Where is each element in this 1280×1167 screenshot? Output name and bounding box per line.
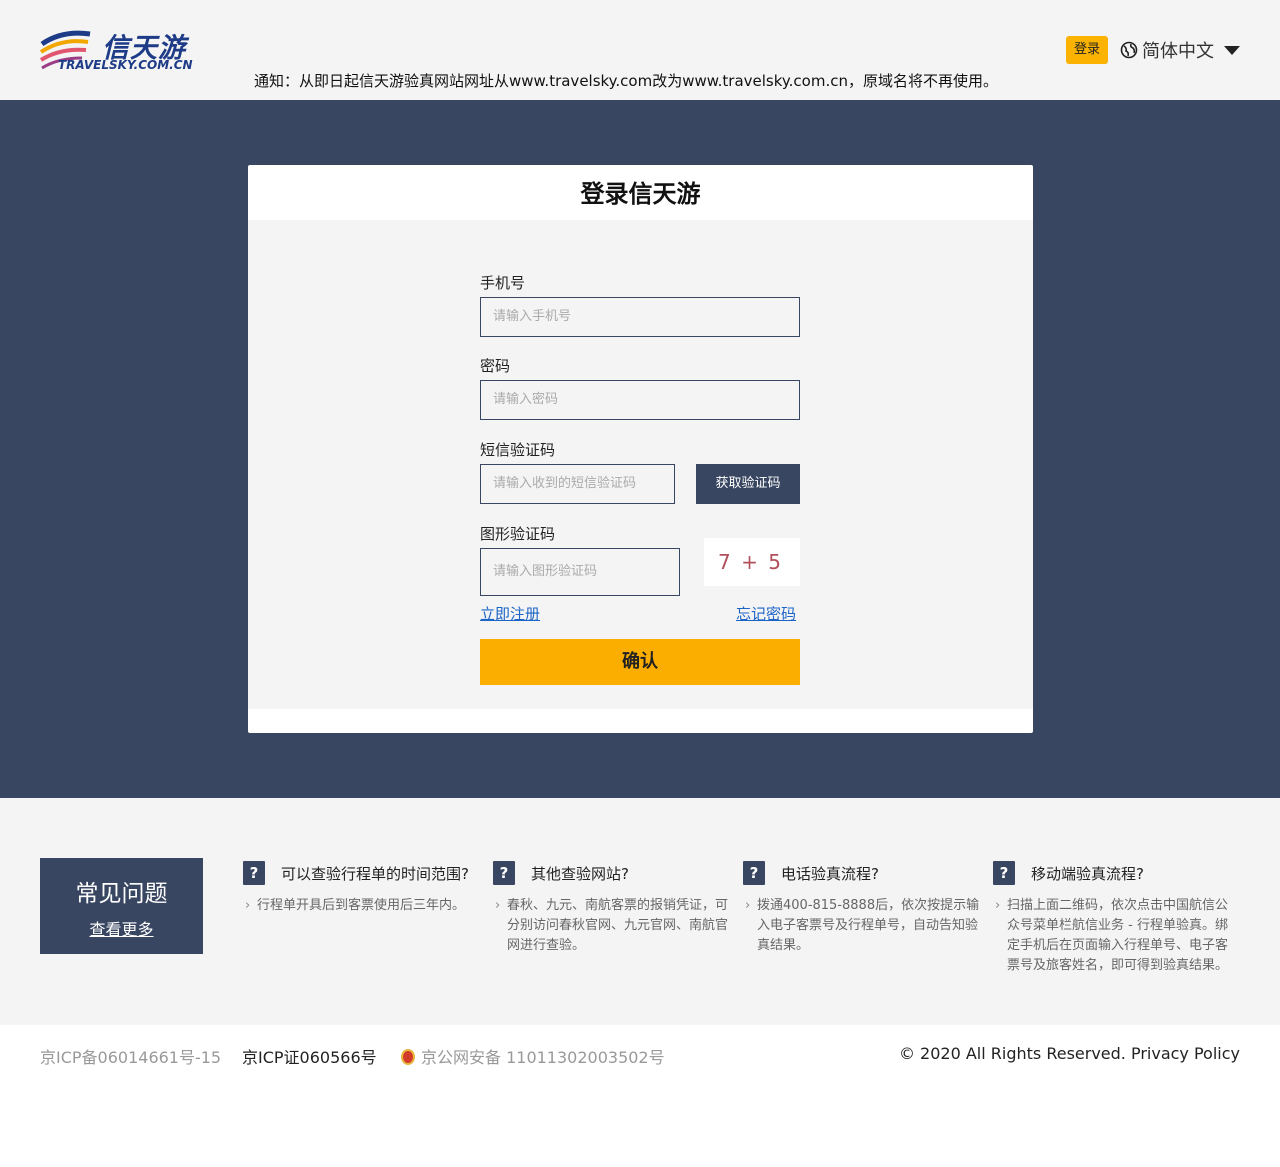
phone-label: 手机号 <box>480 274 526 292</box>
faq-answer: 春秋、九元、南航客票的报销凭证，可分别访问春秋官网、九元官网、南航官网进行查验。 <box>507 898 729 953</box>
faq-question[interactable]: 电话验真流程? <box>781 863 879 884</box>
faq-answer: 拨通400-815-8888后，依次按提示输入电子客票号及行程单号，自动告知验真… <box>757 898 980 953</box>
language-label: 简体中文 <box>1142 41 1214 62</box>
faq-question[interactable]: 其他查验网站? <box>531 863 629 884</box>
icp-license-text: 京ICP证060566号 <box>242 1048 377 1067</box>
register-link[interactable]: 立即注册 <box>480 603 540 624</box>
password-label: 密码 <box>480 357 511 375</box>
question-icon: ? <box>743 861 765 885</box>
faq-item: ? 可以查验行程单的时间范围? › 行程单开具后到客票使用后三年内。 <box>243 860 483 916</box>
forgot-password-link[interactable]: 忘记密码 <box>736 603 796 624</box>
login-form: 手机号 请输入手机号 密码 请输入密码 短信验证码 请输入收到的短信验证码 获取… <box>248 220 1033 709</box>
faq-title: 常见问题 <box>75 881 168 907</box>
captcha-label: 图形验证码 <box>480 525 556 543</box>
faq-item: ? 其他查验网站? › 春秋、九元、南航客票的报销凭证，可分别访问春秋官网、九元官网… <box>493 860 733 956</box>
logo-english-text: TRAVELSKY.COM.CN <box>58 58 193 72</box>
faq-answer: 扫描上面二维码，依次点击中国航信公众号菜单栏航信业务 - 行程单验真。绑定手机后… <box>1007 898 1229 973</box>
chevron-right-icon: › <box>995 898 1001 913</box>
question-icon: ? <box>243 861 265 885</box>
travelsky-logo[interactable]: 信天游 TRAVELSKY.COM.CN <box>38 26 198 76</box>
get-sms-code-button[interactable]: 获取验证码 <box>696 464 800 504</box>
confirm-button[interactable]: 确认 <box>480 639 800 685</box>
faq-more-link[interactable]: 查看更多 <box>40 916 203 940</box>
police-record-link[interactable]: 京公网安备 11011302003502号 <box>401 1044 665 1068</box>
footer: 京ICP备06014661号-15 京ICP证060566号 京公网安备 110… <box>0 1025 1280 1085</box>
captcha-image[interactable]: 7 + 5 <box>704 538 800 586</box>
login-title: 登录信天游 <box>580 180 701 208</box>
icp-record-link[interactable]: 京ICP备06014661号-15 <box>40 1044 221 1068</box>
faq-item: ? 电话验真流程? › 拨通400-815-8888后，依次按提示输入电子客票号及行… <box>743 860 983 956</box>
faq-section: 常见问题 查看更多 ? 可以查验行程单的时间范围? › 行程单开具后到客票使用后三年… <box>0 798 1280 1025</box>
chevron-down-icon <box>1224 45 1240 55</box>
chevron-right-icon: › <box>745 898 751 913</box>
faq-box: 常见问题 查看更多 <box>40 858 203 954</box>
login-button[interactable]: 登录 <box>1066 36 1108 64</box>
police-record-text: 京公网安备 11011302003502号 <box>421 1048 665 1067</box>
header: 信天游 TRAVELSKY.COM.CN 通知：从即日起信天游验真网站网址从ww… <box>0 0 1280 100</box>
chevron-right-icon: › <box>495 898 501 913</box>
police-badge-icon <box>401 1049 415 1065</box>
faq-item: ? 移动端验真流程? › 扫描上面二维码，依次点击中国航信公众号菜单栏航信业务 - … <box>993 860 1233 976</box>
copyright-privacy[interactable]: © 2020 All Rights Reserved. Privacy Poli… <box>899 1044 1240 1063</box>
password-input[interactable]: 请输入密码 <box>480 380 800 420</box>
faq-answer: 行程单开具后到客票使用后三年内。 <box>257 898 466 913</box>
captcha-input[interactable]: 请输入图形验证码 <box>480 548 680 596</box>
question-icon: ? <box>993 861 1015 885</box>
faq-question[interactable]: 可以查验行程单的时间范围? <box>281 863 469 884</box>
domain-change-notice: 通知：从即日起信天游验真网站网址从www.travelsky.com改为www.… <box>254 72 998 90</box>
sms-code-label: 短信验证码 <box>480 441 556 459</box>
login-card: 登录信天游 手机号 请输入手机号 密码 请输入密码 短信验证码 请输入收到的短信… <box>248 165 1033 733</box>
faq-question[interactable]: 移动端验真流程? <box>1031 863 1144 884</box>
phone-input[interactable]: 请输入手机号 <box>480 297 800 337</box>
language-selector[interactable]: 简体中文 <box>1120 38 1240 62</box>
chevron-right-icon: › <box>245 898 251 913</box>
question-icon: ? <box>493 861 515 885</box>
globe-icon <box>1120 41 1138 59</box>
sms-code-input[interactable]: 请输入收到的短信验证码 <box>480 464 675 504</box>
